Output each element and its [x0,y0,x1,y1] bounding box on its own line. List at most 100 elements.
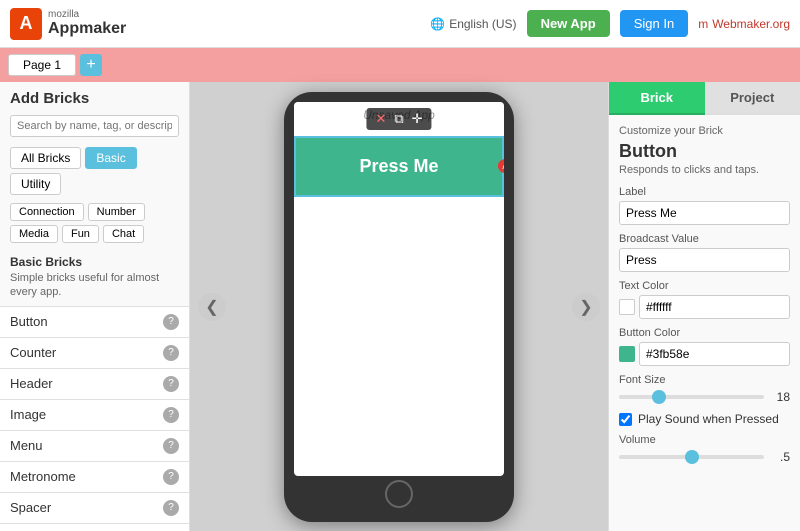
brick-header-help[interactable]: ? [163,376,179,392]
text-color-swatch[interactable] [619,299,635,315]
panel-content: Customize your Brick Button Responds to … [609,115,800,531]
brick-menu-help[interactable]: ? [163,438,179,454]
broadcast-input[interactable] [619,248,790,272]
brick-spacer-help[interactable]: ? [163,500,179,516]
button-brick-container: ✕ ⧉ ✛ Press Me A [294,136,504,197]
main-layout: Add Bricks All Bricks Basic Utility Conn… [0,82,800,531]
customize-title: Customize your Brick [619,125,790,137]
brick-button-label: Button [10,314,48,329]
button-color-input[interactable] [639,342,790,366]
header: A mozilla Appmaker 🌐 English (US) New Ap… [0,0,800,48]
text-color-field-label: Text Color [619,280,790,292]
language-selector[interactable]: 🌐 English (US) [430,17,516,31]
phone-mockup: Unsaved App ✕ ⧉ ✛ Press Me A [284,92,514,522]
filter-all[interactable]: All Bricks [10,147,81,169]
brick-toolbar: ✕ ⧉ ✛ [366,108,431,130]
brick-menu[interactable]: Menu ? [0,430,189,461]
brick-header[interactable]: Header ? [0,368,189,399]
sidebar: Add Bricks All Bricks Basic Utility Conn… [0,82,190,531]
brick-spacer-label: Spacer [10,500,51,515]
search-input[interactable] [10,115,179,137]
brick-duplicate-icon[interactable]: ⧉ [391,111,406,127]
filter-utility[interactable]: Utility [10,173,61,195]
brick-counter-label: Counter [10,345,56,360]
brick-metronome-help[interactable]: ? [163,469,179,485]
prev-page-arrow[interactable]: ❮ [198,293,226,321]
button-color-field-label: Button Color [619,327,790,339]
section-desc: Simple bricks useful for almost every ap… [0,271,189,306]
page-tab-1[interactable]: Page 1 [8,54,76,76]
volume-value: .5 [770,450,790,464]
brick-metronome-label: Metronome [10,469,76,484]
label-input[interactable] [619,201,790,225]
lang-label: English (US) [449,17,516,31]
page-tabs: Page 1 + [0,48,800,82]
tag-buttons: Connection Number Media Fun Chat [0,201,189,249]
button-color-field [619,342,790,366]
play-sound-row: Play Sound when Pressed [619,412,790,426]
filter-buttons: All Bricks Basic Utility [0,141,189,201]
home-button[interactable] [385,480,413,508]
tag-media[interactable]: Media [10,225,58,243]
tag-connection[interactable]: Connection [10,203,84,221]
font-size-slider[interactable] [619,395,764,399]
button-color-swatch[interactable] [619,346,635,362]
brick-text[interactable]: Text ? [0,523,189,531]
logo-text: mozilla Appmaker [48,9,126,38]
tag-fun[interactable]: Fun [62,225,99,243]
add-page-button[interactable]: + [80,54,102,76]
play-sound-checkbox[interactable] [619,413,632,426]
tab-brick[interactable]: Brick [609,82,705,115]
panel-tabs: Brick Project [609,82,800,115]
webmaker-icon: m [698,17,708,31]
globe-icon: 🌐 [430,17,445,31]
tab-project[interactable]: Project [705,82,800,115]
logo-icon: A [10,8,42,40]
brick-metronome[interactable]: Metronome ? [0,461,189,492]
press-me-button[interactable]: Press Me [294,136,504,197]
font-size-field-label: Font Size [619,374,790,386]
new-app-button[interactable]: New App [527,10,610,37]
brick-description: Responds to clicks and taps. [619,164,790,176]
section-title: Basic Bricks [0,249,189,271]
volume-slider-row: .5 [619,450,790,464]
logo-symbol: A [20,13,33,34]
brick-button[interactable]: Button ? [0,306,189,337]
volume-slider[interactable] [619,455,764,459]
next-page-arrow[interactable]: ❯ [572,293,600,321]
brick-header-label: Header [10,376,53,391]
phone-home-bar [294,476,504,512]
brick-spacer[interactable]: Spacer ? [0,492,189,523]
tag-chat[interactable]: Chat [103,225,144,243]
brick-image-label: Image [10,407,46,422]
brick-menu-label: Menu [10,438,43,453]
canvas-area: ❮ Unsaved App ✕ ⧉ ✛ Press Me A ❯ [190,82,608,531]
brick-image[interactable]: Image ? [0,399,189,430]
logo-area: A mozilla Appmaker [10,8,126,40]
brick-close-icon[interactable]: ✕ [372,111,389,127]
logo-appmaker: Appmaker [48,20,126,38]
text-color-input[interactable] [639,295,790,319]
brick-type-name: Button [619,141,790,162]
font-size-slider-row: 18 [619,390,790,404]
broadcast-field-label: Broadcast Value [619,233,790,245]
play-sound-label: Play Sound when Pressed [638,412,779,426]
volume-field-label: Volume [619,434,790,446]
phone-screen: Unsaved App ✕ ⧉ ✛ Press Me A [294,102,504,476]
logo-mozilla: mozilla [48,9,126,20]
tag-number[interactable]: Number [88,203,145,221]
brick-button-help[interactable]: ? [163,314,179,330]
webmaker-link[interactable]: m Webmaker.org [698,17,790,31]
right-panel: Brick Project Customize your Brick Butto… [608,82,800,531]
font-size-value: 18 [770,390,790,404]
brick-counter[interactable]: Counter ? [0,337,189,368]
label-field-label: Label [619,186,790,198]
brick-move-icon[interactable]: ✛ [409,111,426,127]
brick-counter-help[interactable]: ? [163,345,179,361]
filter-basic[interactable]: Basic [85,147,136,169]
text-color-field [619,295,790,319]
search-wrap [0,111,189,141]
brick-image-help[interactable]: ? [163,407,179,423]
webmaker-label: Webmaker.org [712,17,790,31]
sign-in-button[interactable]: Sign In [620,10,688,37]
